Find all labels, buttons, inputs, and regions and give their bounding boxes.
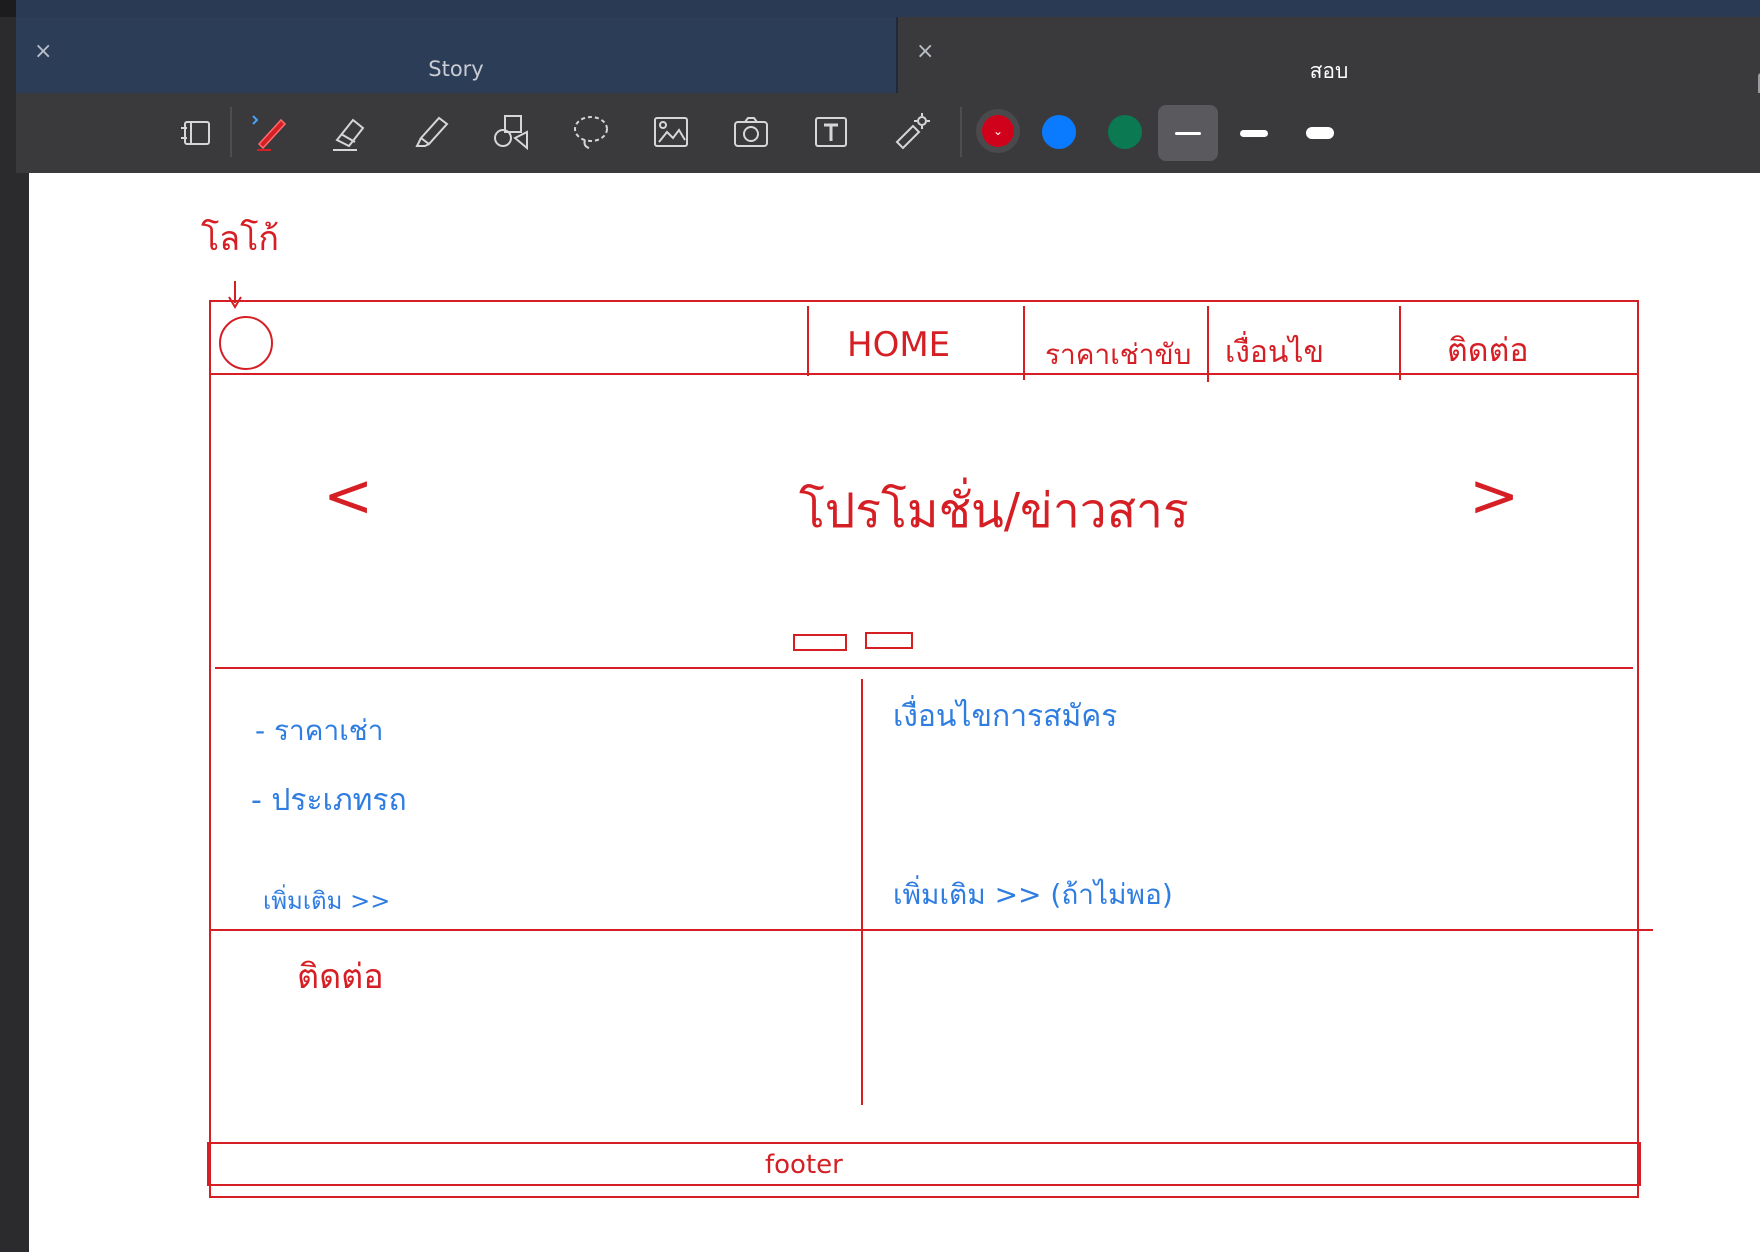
- shapes-icon[interactable]: [488, 109, 534, 155]
- conditions-title: เงื่อนไขการสมัคร: [893, 699, 1118, 734]
- tab-title: Story: [428, 57, 484, 81]
- pen-icon[interactable]: [248, 109, 294, 155]
- tab-exam[interactable]: × สอบ: [898, 17, 1760, 93]
- more-link: เพิ่มเติม >>: [263, 887, 391, 915]
- color-red-swatch[interactable]: ⌄: [976, 109, 1020, 153]
- list-item: - ประเภทรถ: [251, 783, 407, 818]
- nav-contact: ติดต่อ: [1447, 331, 1529, 369]
- eraser-icon[interactable]: [326, 109, 372, 155]
- slider-dot: [793, 634, 847, 651]
- camera-icon[interactable]: [728, 109, 774, 155]
- highlighter-icon[interactable]: [408, 109, 454, 155]
- slider-dot: [865, 632, 913, 649]
- footer-box: [207, 1142, 1641, 1186]
- status-bar: [0, 0, 1760, 17]
- footer-label: footer: [765, 1150, 843, 1180]
- nav-rental-price: ราคาเช่าขับ: [1045, 338, 1192, 371]
- tab-story[interactable]: × Story: [16, 17, 896, 93]
- drawing-toolbar: ⌄: [16, 93, 1760, 173]
- laser-pointer-icon[interactable]: [888, 109, 934, 155]
- wireframe-frame: [209, 300, 1639, 1198]
- list-item: - ราคาเช่า: [255, 714, 384, 747]
- more-link: เพิ่มเติม >> (ถ้าไม่พอ): [893, 878, 1173, 911]
- image-icon[interactable]: [648, 109, 694, 155]
- contact-section-label: ติดต่อ: [297, 957, 384, 997]
- tab-title: สอบ: [1309, 59, 1349, 83]
- lasso-icon[interactable]: [568, 109, 614, 155]
- logo-circle: [219, 316, 273, 370]
- color-green-swatch[interactable]: [1108, 115, 1142, 149]
- color-blue-swatch[interactable]: [1042, 115, 1076, 149]
- note-canvas[interactable]: โลโก้ HOME ราคาเช่าขับ เงื่อนไข ติดต่อ <…: [29, 173, 1760, 1252]
- stroke-width-medium[interactable]: [1224, 105, 1284, 161]
- stroke-width-thick[interactable]: [1290, 105, 1350, 161]
- logo-label: โลโก้: [201, 219, 279, 259]
- slider-next-arrow: >: [1469, 461, 1520, 531]
- nav-home: HOME: [847, 325, 951, 365]
- nav-conditions: เงื่อนไข: [1225, 335, 1325, 370]
- chevron-down-icon: ⌄: [982, 115, 1014, 147]
- banner-text: โปรโมชั่น/ข่าวสาร: [799, 483, 1189, 539]
- reader-mode-icon[interactable]: [174, 109, 220, 155]
- stroke-width-thin[interactable]: [1158, 105, 1218, 161]
- text-box-icon[interactable]: [808, 109, 854, 155]
- tab-bar: × Story × สอบ: [16, 17, 1760, 95]
- slider-prev-arrow: <: [323, 461, 374, 531]
